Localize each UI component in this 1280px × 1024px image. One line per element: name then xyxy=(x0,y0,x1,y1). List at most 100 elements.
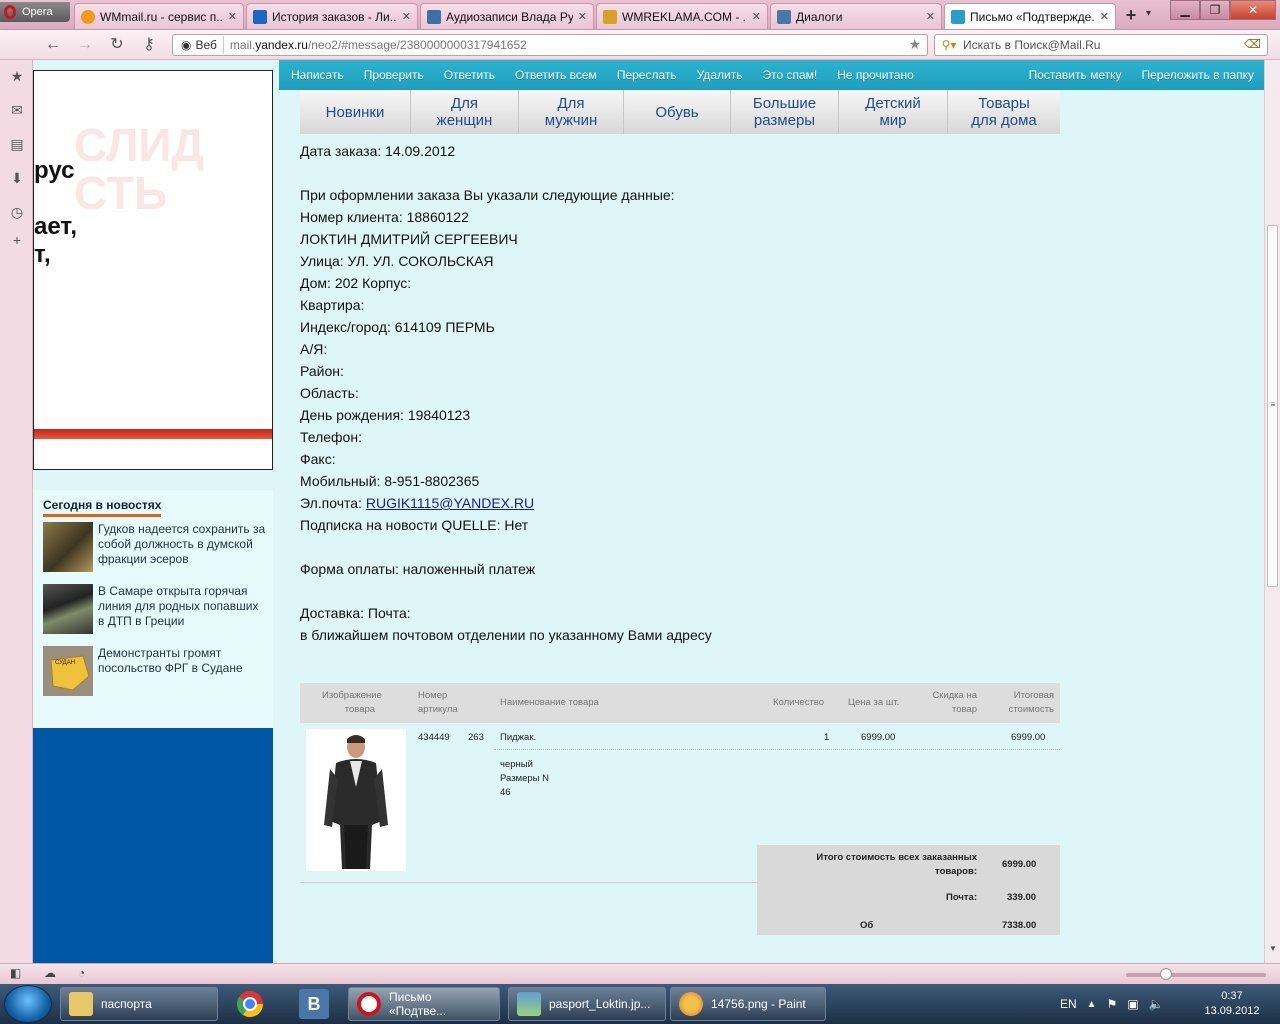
mail-toolbar: Написать Проверить Ответить Ответить все… xyxy=(279,60,1264,90)
search-clear-icon[interactable]: ⌫ xyxy=(1244,37,1261,51)
search-engine-icon[interactable]: ⚲▾ xyxy=(935,38,963,52)
task-explorer[interactable]: паспорта xyxy=(60,987,218,1021)
close-tab-icon[interactable]: ✕ xyxy=(752,10,761,23)
product-size-value: 46 xyxy=(500,787,511,798)
action-center-flag-icon[interactable]: ⚑ xyxy=(1107,997,1118,1011)
downloads-icon[interactable]: ⬇ xyxy=(9,170,25,186)
close-tab-icon[interactable]: ✕ xyxy=(1100,10,1109,23)
delete-button[interactable]: Удалить xyxy=(687,68,753,82)
tab-list-chevron-icon[interactable]: ▾ xyxy=(1146,8,1151,19)
minimize-button[interactable]: ▁ xyxy=(1170,0,1200,20)
tab-dialogs[interactable]: Диалоги ✕ xyxy=(770,3,942,29)
history-clock-icon[interactable]: ◷ xyxy=(9,204,25,220)
menu-men[interactable]: Для мужчин xyxy=(519,90,624,134)
news-item[interactable]: СУДАН Демонстранты громят посольство ФРГ… xyxy=(43,646,268,696)
new-tab-button[interactable]: + xyxy=(1118,4,1144,26)
article-size-code: 263 xyxy=(468,732,484,743)
add-panel-icon[interactable]: + xyxy=(9,232,25,248)
news-item[interactable]: Гудков надеется сохранить за собой должн… xyxy=(43,522,268,572)
tab-title: Письмо «Подтвержде... xyxy=(970,9,1095,24)
check-button[interactable]: Проверить xyxy=(354,68,434,82)
menu-shoes[interactable]: Обувь xyxy=(624,90,731,134)
web-badge[interactable]: ◉ Веб xyxy=(175,36,224,54)
bookmarks-star-icon[interactable]: ★ xyxy=(9,68,25,84)
close-tab-icon[interactable]: ✕ xyxy=(926,10,935,23)
page-viewport: СЛИД СТЬ рус ает, т, Сегодня в новостях Г… xyxy=(33,60,1264,963)
product-sizes-label: Размеры N xyxy=(500,773,549,784)
network-icon[interactable]: ▣ xyxy=(1127,997,1138,1011)
task-opera-letter[interactable]: Письмо «Подтве... xyxy=(348,987,500,1021)
zoom-slider-knob[interactable] xyxy=(1160,968,1172,980)
close-tab-icon[interactable]: ✕ xyxy=(578,10,587,23)
toggle-panel-icon[interactable]: ◧ xyxy=(10,966,21,980)
vertical-scrollbar[interactable]: ≡ ▼ xyxy=(1264,60,1280,963)
menu-women[interactable]: Для женщин xyxy=(411,90,519,134)
cloud-icon[interactable]: ☁ xyxy=(44,966,56,980)
scroll-down-arrow-icon[interactable]: ▼ xyxy=(1265,944,1280,958)
bookmark-star-icon[interactable]: ★ xyxy=(908,36,921,53)
clock[interactable]: 0:37 13.09.2012 xyxy=(1196,989,1268,1019)
move-to-folder-button[interactable]: Переложить в папку xyxy=(1132,68,1265,82)
start-button[interactable] xyxy=(4,985,52,1023)
store-category-menu: Новинки Для женщин Для мужчин Обувь Больши… xyxy=(300,90,1060,134)
news-thumbnail[interactable] xyxy=(43,522,93,572)
ad-red-stripe xyxy=(34,429,272,439)
close-tab-icon[interactable]: ✕ xyxy=(402,10,411,23)
news-headline[interactable]: Демонстранты громят посольство ФРГ в Суд… xyxy=(98,646,268,696)
compose-button[interactable]: Написать xyxy=(279,68,354,82)
tab-letter-active[interactable]: Письмо «Подтвержде... ✕ xyxy=(944,3,1116,29)
vk-pinned-button[interactable]: B xyxy=(288,987,340,1021)
header-total: Итоговая стоимость xyxy=(1008,690,1054,715)
task-image-viewer[interactable]: pasport_Loktin.jp... xyxy=(508,987,666,1021)
language-indicator[interactable]: EN xyxy=(1060,997,1077,1011)
tab-audio[interactable]: Аудиозаписи Влада Ру... ✕ xyxy=(420,3,594,29)
tab-bar: Opera WMmail.ru - сервис п... ✕ История … xyxy=(0,0,1280,30)
tray-expand-icon[interactable]: ▲ xyxy=(1087,999,1097,1010)
forward-button[interactable]: Переслать xyxy=(607,68,687,82)
tab-order-history[interactable]: История заказов - Ли... ✕ xyxy=(246,3,418,29)
close-tab-icon[interactable]: ✕ xyxy=(228,10,237,23)
news-title[interactable]: Сегодня в новостях xyxy=(43,498,162,517)
reload-button[interactable]: ↻ xyxy=(106,35,128,55)
back-button[interactable]: ← xyxy=(42,35,64,55)
reply-button[interactable]: Ответить xyxy=(434,68,505,82)
volume-icon[interactable]: 🔈 xyxy=(1149,997,1164,1011)
spam-button[interactable]: Это спам! xyxy=(752,68,827,82)
search-field[interactable]: ⚲▾ Искать в Поиск@Mail.Ru ⌫ xyxy=(934,34,1268,56)
zoom-slider[interactable] xyxy=(1126,973,1266,977)
email-link[interactable]: RUGIK1115@YANDEX.RU xyxy=(366,495,534,511)
close-window-button[interactable]: ✕ xyxy=(1230,0,1276,20)
opera-menu-button[interactable]: Opera xyxy=(0,2,70,22)
tab-wmreklama[interactable]: WMREKLAMA.COM - ... ✕ xyxy=(596,3,768,29)
news-thumbnail-map[interactable]: СУДАН xyxy=(43,646,93,696)
menu-kids[interactable]: Детский мир xyxy=(839,90,948,134)
set-label-button[interactable]: Поставить метку xyxy=(1019,68,1132,82)
forward-button[interactable]: → xyxy=(74,35,96,55)
menu-home-goods[interactable]: Товары для дома xyxy=(948,90,1060,134)
tab-wmmail[interactable]: WMmail.ru - сервис п... ✕ xyxy=(74,3,244,29)
mail-icon[interactable]: ✉ xyxy=(9,102,25,118)
task-paint[interactable]: 14756.png - Paint xyxy=(670,987,826,1021)
news-headline[interactable]: Гудков надеется сохранить за собой должн… xyxy=(98,522,268,572)
chrome-pinned-button[interactable] xyxy=(224,987,276,1021)
speed-dial-icon[interactable]: ◔ xyxy=(78,966,85,980)
address-field[interactable]: ◉ Веб mail.yandex.ru/neo2/#message/23800… xyxy=(172,34,928,56)
key-icon[interactable]: ⚷ xyxy=(138,35,160,55)
menu-new-arrivals[interactable]: Новинки xyxy=(300,90,411,134)
reply-all-button[interactable]: Ответить всем xyxy=(505,68,607,82)
mark-unread-button[interactable]: Не прочитано xyxy=(827,68,924,82)
notes-icon[interactable]: ▤ xyxy=(9,136,25,152)
product-photo[interactable] xyxy=(306,729,406,871)
task-label: 14756.png - Paint xyxy=(711,997,806,1011)
maximize-button[interactable]: ❐ xyxy=(1200,0,1230,20)
advertisement-banner[interactable]: СЛИД СТЬ рус ает, т, xyxy=(33,70,273,470)
tab-title: WMmail.ru - сервис п... xyxy=(100,9,223,24)
menu-plus-sizes[interactable]: Большие размеры xyxy=(731,90,839,134)
news-thumbnail[interactable] xyxy=(43,584,93,634)
product-name[interactable]: Пиджак. xyxy=(500,731,536,745)
news-item[interactable]: В Самаре открыта горячая линия для родны… xyxy=(43,584,268,634)
ad-text-line: т, xyxy=(34,241,51,268)
news-headline[interactable]: В Самаре открыта горячая линия для родны… xyxy=(98,584,268,634)
scroll-grip-icon: ≡ xyxy=(1270,400,1276,409)
order-totals: Итого стоимость всех заказанных товаров: … xyxy=(757,845,1060,935)
